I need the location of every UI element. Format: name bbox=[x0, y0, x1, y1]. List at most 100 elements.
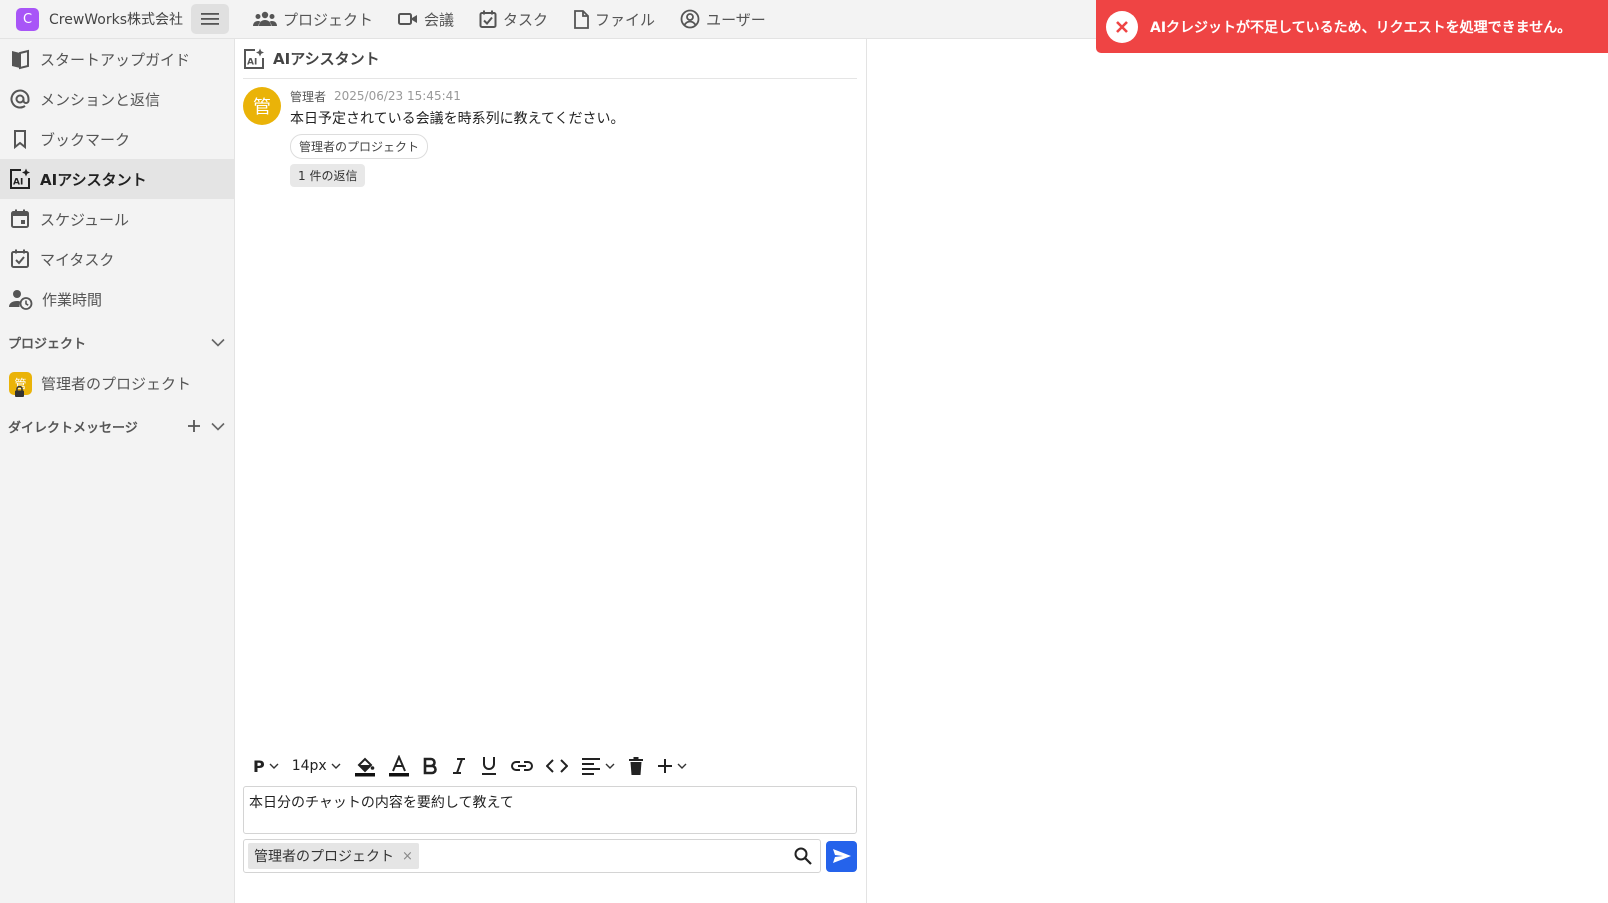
underline-button[interactable] bbox=[480, 756, 498, 776]
text-color-button[interactable] bbox=[388, 755, 409, 777]
sidebar-item-bookmarks[interactable]: ブックマーク bbox=[0, 119, 234, 159]
link-button[interactable] bbox=[510, 759, 533, 773]
plus-icon[interactable] bbox=[187, 419, 201, 433]
sidebar-item-label: メンションと返信 bbox=[40, 90, 161, 109]
chat-title: AIアシスタント bbox=[273, 50, 380, 68]
bold-button[interactable] bbox=[422, 757, 438, 775]
calendar-icon bbox=[11, 209, 29, 228]
nav-meetings[interactable]: 会議 bbox=[398, 9, 454, 30]
user-icon bbox=[680, 9, 700, 29]
selected-project-chip: 管理者のプロジェクト × bbox=[248, 843, 419, 869]
italic-icon bbox=[452, 758, 465, 774]
chevron-down-icon bbox=[677, 763, 687, 769]
at-icon bbox=[10, 89, 30, 109]
workspace-badge: C bbox=[16, 7, 39, 31]
chevron-down-icon[interactable] bbox=[211, 422, 225, 431]
nav-label: タスク bbox=[503, 10, 549, 29]
fill-color-icon bbox=[354, 757, 375, 777]
ai-assistant-icon: AI bbox=[10, 168, 30, 189]
avatar[interactable]: 管 bbox=[243, 87, 281, 125]
send-button[interactable] bbox=[826, 840, 857, 872]
insert-dropdown[interactable] bbox=[657, 758, 687, 774]
nav-projects[interactable]: プロジェクト bbox=[253, 9, 373, 30]
section-title: プロジェクト bbox=[8, 336, 87, 352]
chevron-down-icon bbox=[331, 763, 341, 769]
search-icon[interactable] bbox=[794, 847, 812, 865]
clear-button[interactable] bbox=[628, 756, 644, 776]
bookmark-icon bbox=[14, 130, 26, 150]
message-meta: 管理者 2025/06/23 15:45:41 bbox=[290, 87, 624, 105]
sidebar-item-project[interactable]: 管 管理者のプロジェクト bbox=[0, 363, 234, 403]
bold-icon bbox=[423, 757, 437, 775]
message-project-tag[interactable]: 管理者のプロジェクト bbox=[290, 134, 429, 159]
italic-button[interactable] bbox=[451, 757, 467, 775]
toast-message: AIクレジットが不足しているため、リクエストを処理できません。 bbox=[1150, 19, 1572, 36]
top-nav: プロジェクト 会議 タスク ファイル ユーザー bbox=[253, 9, 791, 30]
sidebar-item-schedule[interactable]: スケジュール bbox=[0, 199, 234, 239]
align-left-icon bbox=[581, 758, 600, 775]
code-button[interactable] bbox=[545, 759, 568, 773]
sidebar-item-label: マイタスク bbox=[40, 250, 115, 269]
chat-header: AI AIアシスタント bbox=[243, 39, 857, 79]
remove-project-button[interactable]: × bbox=[402, 849, 413, 864]
sidebar-item-mentions[interactable]: メンションと返信 bbox=[0, 79, 234, 119]
nav-label: プロジェクト bbox=[283, 10, 374, 29]
error-icon bbox=[1106, 10, 1138, 43]
ai-assistant-icon: AI bbox=[244, 48, 264, 69]
sidebar-item-label: AIアシスタント bbox=[40, 170, 147, 189]
workspace-name: CrewWorks株式会社 bbox=[49, 12, 184, 28]
sidebar-item-work-time[interactable]: 作業時間 bbox=[0, 279, 234, 319]
font-size-dropdown[interactable]: 14px bbox=[292, 758, 341, 774]
reply-count-button[interactable]: 1 件の返信 bbox=[290, 164, 366, 187]
group-icon bbox=[253, 11, 277, 26]
nav-files[interactable]: ファイル bbox=[573, 9, 655, 30]
plus-icon bbox=[657, 759, 672, 773]
selected-project-label: 管理者のプロジェクト bbox=[254, 849, 394, 865]
svg-text:AI: AI bbox=[13, 178, 23, 188]
send-icon bbox=[832, 849, 851, 863]
task-icon bbox=[479, 10, 497, 28]
paragraph-style-dropdown[interactable]: P bbox=[253, 757, 279, 776]
message-body: 管理者 2025/06/23 15:45:41 本日予定されている会議を時系列に… bbox=[290, 87, 624, 187]
task-icon bbox=[11, 249, 29, 268]
error-toast[interactable]: AIクレジットが不足しているため、リクエストを処理できません。 bbox=[1096, 0, 1608, 53]
sidebar-item-label: スケジュール bbox=[40, 210, 129, 229]
sidebar: スタートアップガイド メンションと返信 ブックマーク AI AIアシスタント ス… bbox=[0, 39, 235, 903]
svg-text:AI: AI bbox=[247, 57, 257, 67]
message-input[interactable]: 本日分のチャットの内容を要約して教えて bbox=[243, 786, 857, 834]
sidebar-item-startup-guide[interactable]: スタートアップガイド bbox=[0, 39, 234, 79]
hamburger-icon bbox=[201, 13, 219, 25]
nav-users[interactable]: ユーザー bbox=[680, 9, 766, 30]
trash-icon bbox=[628, 756, 643, 775]
sidebar-item-label: スタートアップガイド bbox=[40, 50, 191, 69]
book-icon bbox=[12, 49, 29, 70]
project-badge: 管 bbox=[9, 371, 32, 397]
background-color-button[interactable] bbox=[354, 755, 376, 777]
chevron-down-icon bbox=[269, 763, 279, 769]
workspace-switcher[interactable]: C CrewWorks株式会社 bbox=[0, 7, 186, 31]
lock-icon bbox=[15, 385, 24, 397]
sidebar-item-ai-assistant[interactable]: AI AIアシスタント bbox=[0, 159, 234, 199]
font-size-value: 14px bbox=[291, 758, 327, 774]
message-timestamp: 2025/06/23 15:45:41 bbox=[334, 89, 461, 103]
nav-label: 会議 bbox=[424, 10, 455, 29]
projects-section-header[interactable]: プロジェクト bbox=[0, 321, 234, 363]
section-title: ダイレクトメッセージ bbox=[8, 420, 138, 436]
file-icon bbox=[574, 9, 589, 29]
sidebar-item-my-tasks[interactable]: マイタスク bbox=[0, 239, 234, 279]
section-controls bbox=[187, 419, 226, 433]
message-author[interactable]: 管理者 bbox=[290, 88, 326, 105]
chat-message: 管 管理者 2025/06/23 15:45:41 本日予定されている会議を時系… bbox=[243, 87, 624, 187]
composer-bottom-row: 管理者のプロジェクト × bbox=[243, 839, 857, 873]
nav-tasks[interactable]: タスク bbox=[479, 9, 548, 30]
menu-toggle-button[interactable] bbox=[191, 4, 229, 34]
video-icon bbox=[398, 13, 418, 25]
chevron-down-icon[interactable] bbox=[211, 338, 225, 347]
dm-section-header[interactable]: ダイレクトメッセージ bbox=[0, 405, 234, 447]
sidebar-item-label: 管理者のプロジェクト bbox=[41, 374, 192, 393]
sidebar-item-label: 作業時間 bbox=[42, 290, 103, 309]
paragraph-style-value: P bbox=[253, 756, 265, 776]
project-selector[interactable]: 管理者のプロジェクト × bbox=[243, 839, 821, 873]
align-dropdown[interactable] bbox=[581, 757, 615, 775]
editor-toolbar: P 14px bbox=[243, 753, 857, 779]
